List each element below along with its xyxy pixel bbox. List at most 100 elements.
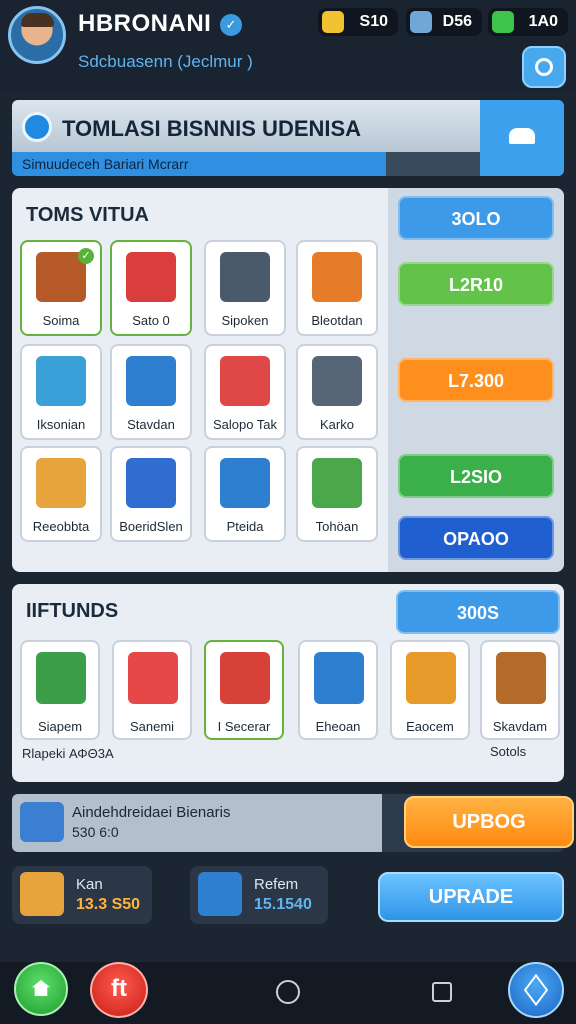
business-tile[interactable]: Iksonian — [20, 344, 102, 440]
business-tile-label: Tohöan — [315, 519, 359, 534]
robot-arm-icon — [312, 458, 362, 508]
business-value-button[interactable]: OPAOO — [398, 516, 554, 560]
green-gem-icon — [492, 11, 514, 33]
stat-card: Kan 13.3 S50 — [12, 866, 152, 924]
alert-button[interactable]: ft — [90, 962, 148, 1018]
automation-title: Aindehdreidaei Bienaris — [72, 804, 231, 821]
monitor-icon — [312, 356, 362, 406]
business-tile-label: Sipoken — [221, 313, 269, 328]
player-avatar[interactable] — [8, 6, 66, 64]
business-tile-label: BoeridSlen — [119, 519, 183, 534]
business-tile[interactable]: Sato 0 — [110, 240, 192, 336]
upgrade-tile-label: Siapem — [37, 719, 83, 734]
verified-badge-icon: ✓ — [220, 14, 242, 36]
banner-menu-button[interactable] — [480, 100, 564, 176]
business-tile-label: Iksonian — [36, 417, 86, 432]
business-tile[interactable]: Sipoken — [204, 240, 286, 336]
blue-crate-icon — [198, 872, 242, 916]
upgrade-tile[interactable]: Eheoan — [298, 640, 378, 740]
business-panel-title: TOMS VITUA — [26, 204, 149, 226]
gold-cube-icon — [322, 11, 344, 33]
system-recents-icon[interactable] — [432, 982, 452, 1002]
phone-icon — [220, 252, 270, 302]
business-value-button[interactable]: L2SIO — [398, 454, 554, 498]
stat-name: Kan — [76, 876, 103, 893]
resource-portrait[interactable]: D56 — [406, 8, 482, 36]
upgrade-tile[interactable]: Skavdam — [480, 640, 560, 740]
business-tile-label: Soima — [42, 313, 80, 328]
business-tile[interactable]: Karko — [296, 344, 378, 440]
banner-subtitle: Simuudeceh Bariari Mcrarr — [12, 152, 386, 176]
home-button[interactable] — [14, 962, 68, 1016]
automation-info — [12, 794, 382, 852]
business-tile[interactable]: Tohöan — [296, 446, 378, 542]
upgrades-footer-right: Sotols — [490, 744, 527, 759]
automation-value: 530 6:0 — [72, 824, 119, 840]
profile-button[interactable] — [522, 46, 566, 88]
calculator-icon — [314, 652, 364, 704]
upgrade-tile[interactable]: Eaocem — [390, 640, 470, 740]
crate-icon — [36, 458, 86, 508]
automation-upgrade-button[interactable]: UPBOG — [404, 796, 574, 848]
business-banner: TOMLASI BISNNIS UDENISA Simuudeceh Baria… — [12, 100, 564, 176]
character-portrait-icon — [410, 11, 432, 33]
stat-value: 13.3 S50 — [76, 896, 141, 913]
upgrades-value-button[interactable]: 300S — [396, 590, 560, 634]
machine-icon — [406, 652, 456, 704]
business-tile-label: Bleotdan — [311, 313, 363, 328]
upgrades-panel: IIFTUNDS 300S Siapem Sanemi I Secerar Eh… — [12, 584, 564, 782]
resource-gem[interactable]: 1A0 — [488, 8, 568, 36]
target-icon — [126, 356, 176, 406]
stat-card: Refem 15.1540 — [190, 866, 328, 924]
upgrade-tile-label: Eaocem — [406, 719, 454, 734]
business-tile[interactable]: BoeridSlen — [110, 446, 192, 542]
stat-name: Refem — [254, 876, 299, 893]
business-value-button[interactable]: 3OLO — [398, 196, 554, 240]
business-tile[interactable]: Pteida — [204, 446, 286, 542]
upgrade-tile-label: Sanemi — [129, 719, 175, 734]
tape-icon — [126, 458, 176, 508]
gift-box-icon — [220, 652, 270, 704]
business-panel: TOMS VITUA ✓ Soima Sato 0 Sipoken Bleotd… — [12, 188, 564, 572]
cube-button[interactable] — [508, 962, 564, 1018]
business-tile[interactable]: Reeobbta — [20, 446, 102, 542]
business-tile-label: Salopo Tak — [212, 417, 278, 432]
shop-icon — [128, 652, 178, 704]
player-name: HBRONANI — [78, 10, 212, 37]
business-tile[interactable]: ✓ Soima — [20, 240, 102, 336]
delivery-truck-icon — [20, 802, 64, 842]
display-board-icon — [36, 652, 86, 704]
business-tile[interactable]: Bleotdan — [296, 240, 378, 336]
automation-row: Aindehdreidaei Bienaris 530 6:0 UPBOG — [12, 794, 574, 852]
business-tile-label: Karko — [320, 417, 354, 432]
business-value-button[interactable]: L7.300 — [398, 358, 554, 402]
home-icon — [32, 980, 50, 996]
business-value-button[interactable]: L2R10 — [398, 262, 554, 306]
upgrade-tile-label: Skavdam — [492, 719, 548, 734]
cube-icon — [523, 973, 549, 1007]
upgrade-button[interactable]: UPRADE — [378, 872, 564, 922]
resource-gold[interactable]: S10 — [318, 8, 398, 36]
wooden-crate-icon — [496, 652, 546, 704]
upgrade-tile[interactable]: Siapem — [20, 640, 100, 740]
business-tile[interactable]: Salopo Tak — [204, 344, 286, 440]
business-tile[interactable]: Stavdan — [110, 344, 192, 440]
business-tile-label: Pteida — [226, 519, 264, 534]
treasure-chest-icon — [20, 872, 64, 916]
system-home-icon[interactable] — [276, 980, 300, 1004]
upgrades-footer-left: Rlapeki ΑΦΘ3Α — [22, 746, 114, 761]
banner-title: TOMLASI BISNNIS UDENISA — [62, 116, 362, 141]
upgrades-panel-title: IIFTUNDS — [26, 600, 119, 622]
stat-value: 15.1540 — [254, 896, 312, 913]
hat-icon — [509, 128, 535, 144]
business-tile-label: Sato 0 — [132, 313, 170, 328]
resource-gold-value: S10 — [359, 13, 388, 30]
business-tile-label: Reeobbta — [32, 519, 90, 534]
check-icon: ✓ — [78, 248, 94, 264]
upgrade-tile[interactable]: Sanemi — [112, 640, 192, 740]
resource-portrait-value: D56 — [442, 13, 472, 30]
user-icon — [535, 58, 553, 76]
resource-gem-value: 1A0 — [528, 13, 558, 30]
screen-icon — [220, 458, 270, 508]
upgrade-tile[interactable]: I Secerar — [204, 640, 284, 740]
